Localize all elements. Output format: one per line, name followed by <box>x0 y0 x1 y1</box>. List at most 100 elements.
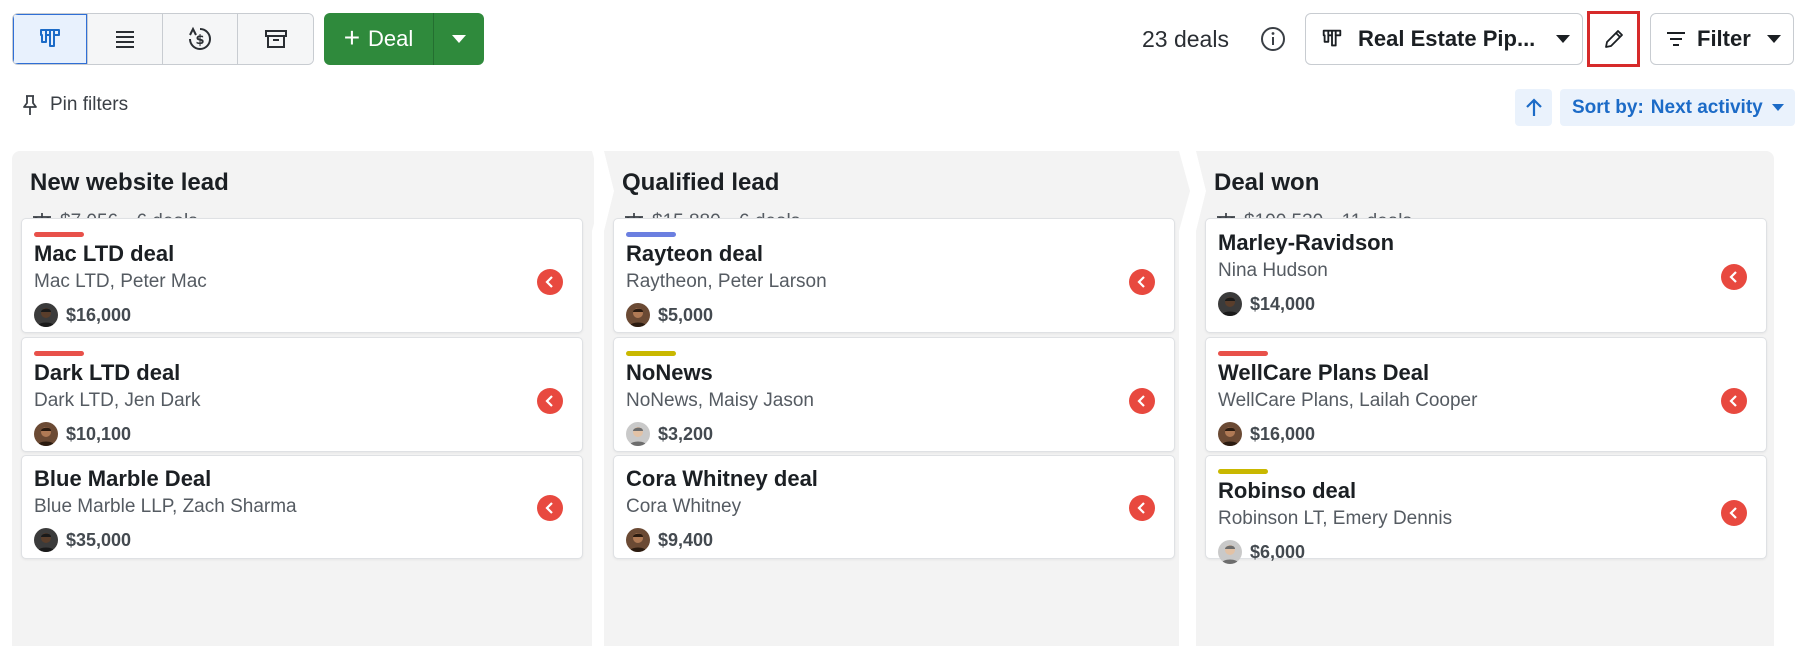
deal-title: Robinso deal <box>1218 478 1357 503</box>
deal-value-row: $16,000 <box>34 303 131 327</box>
chevron-down-icon <box>1766 35 1781 43</box>
deal-title: Blue Marble Deal <box>34 466 212 491</box>
deal-value: $3,200 <box>658 423 714 444</box>
filter-label: Filter <box>1697 26 1751 51</box>
deal-label-tag <box>626 232 676 237</box>
pin-icon <box>23 95 37 115</box>
pin-filters-button[interactable]: Pin filters <box>20 94 128 116</box>
overdue-activity-icon[interactable] <box>1721 263 1747 290</box>
filter-button[interactable]: Filter <box>1650 13 1794 65</box>
forecast-icon: $ <box>189 26 211 50</box>
svg-text:$: $ <box>195 33 204 48</box>
deal-value: $14,000 <box>1250 293 1316 314</box>
deal-value-row: $9,400 <box>626 528 713 552</box>
avatar <box>1218 422 1242 446</box>
deal-card[interactable]: WellCare Plans Deal WellCare Plans, Laila… <box>1205 337 1767 452</box>
archive-view-button[interactable] <box>238 14 313 64</box>
avatar <box>1218 540 1242 564</box>
deal-organization-person: Robinson LT, Emery Dennis <box>1218 508 1453 529</box>
overdue-activity-icon[interactable] <box>537 495 563 521</box>
avatar <box>626 422 650 446</box>
list-icon <box>116 31 134 48</box>
deals-count: 23 deals <box>1142 25 1229 52</box>
chevron-down-icon <box>1556 35 1570 43</box>
column-title: New website lead <box>30 169 229 196</box>
filter-icon <box>1667 32 1685 46</box>
archive-icon <box>264 30 287 48</box>
deal-title: Marley-Ravidson <box>1218 230 1395 255</box>
deal-value-row: $14,000 <box>1218 292 1315 316</box>
sort-direction-button[interactable] <box>1515 89 1552 126</box>
deal-label-tag <box>626 351 676 356</box>
sort-by-dropdown[interactable]: Sort by: Next activity <box>1560 89 1795 126</box>
deal-label-tag <box>1218 351 1268 356</box>
pipeline-column: Qualified lead$15,880·6 dealsRayteon dea… <box>604 151 1190 646</box>
deal-value: $5,000 <box>658 304 714 325</box>
arrow-up-icon <box>1525 97 1542 116</box>
deal-title: Rayteon deal <box>626 241 763 266</box>
pin-filters-label: Pin filters <box>50 94 129 115</box>
deal-value-row: $6,000 <box>1218 540 1305 564</box>
deal-card[interactable]: NoNews NoNews, Maisy Jason $3,200 <box>613 337 1175 452</box>
avatar <box>34 528 58 552</box>
avatar <box>34 303 58 327</box>
avatar <box>626 303 650 327</box>
deal-value: $16,000 <box>1250 423 1316 444</box>
add-deal-button-group: + Deal <box>324 13 484 65</box>
deal-organization-person: NoNews, Maisy Jason <box>626 390 814 411</box>
overdue-activity-icon[interactable] <box>1721 387 1747 414</box>
deal-card[interactable]: Cora Whitney deal Cora Whitney $9,400 <box>613 455 1175 559</box>
deal-value-row: $3,200 <box>626 422 713 446</box>
overdue-activity-icon[interactable] <box>1129 387 1155 414</box>
overdue-activity-icon[interactable] <box>537 387 563 414</box>
sort-label: Sort by: <box>1572 96 1644 118</box>
deal-card[interactable]: Robinso deal Robinson LT, Emery Dennis $6,… <box>1205 455 1767 564</box>
deal-value: $9,400 <box>658 529 714 550</box>
info-icon[interactable] <box>1260 26 1286 52</box>
deal-organization-person: Cora Whitney <box>626 496 742 517</box>
forecast-view-button[interactable]: $ <box>163 14 238 64</box>
deal-card[interactable]: Marley-Ravidson Nina Hudson $14,000 <box>1205 218 1767 333</box>
add-deal-dropdown-button[interactable] <box>434 13 484 65</box>
deal-value-row: $10,100 <box>34 422 131 446</box>
deal-value-row: $16,000 <box>1218 422 1315 446</box>
deal-title: WellCare Plans Deal <box>1218 360 1430 385</box>
add-deal-label: Deal <box>368 26 414 51</box>
deal-card[interactable]: Dark LTD deal Dark LTD, Jen Dark $10,100 <box>21 337 583 452</box>
avatar <box>626 528 650 552</box>
deal-card[interactable]: Mac LTD deal Mac LTD, Peter Mac $16,000 <box>21 218 583 333</box>
deal-title: Dark LTD deal <box>34 360 181 385</box>
list-view-button[interactable] <box>88 14 163 64</box>
deal-value: $6,000 <box>1250 541 1306 562</box>
pipeline-column: Deal won$100,530·11 dealsMarley-Ravidson… <box>1196 151 1774 646</box>
pipeline-view-button[interactable] <box>13 14 88 64</box>
deal-organization-person: Dark LTD, Jen Dark <box>34 390 201 411</box>
deal-title: NoNews <box>626 360 713 385</box>
deal-title: Mac LTD deal <box>34 241 175 266</box>
avatar <box>34 422 58 446</box>
overdue-activity-icon[interactable] <box>537 268 563 295</box>
deal-organization-person: Mac LTD, Peter Mac <box>34 271 207 292</box>
chevron-down-icon <box>1771 104 1784 111</box>
deal-organization-person: Nina Hudson <box>1218 260 1328 281</box>
deal-title: Cora Whitney deal <box>626 466 818 491</box>
pipeline-icon <box>40 29 60 47</box>
deal-organization-person: Raytheon, Peter Larson <box>626 271 827 292</box>
pipeline-icon <box>1322 29 1342 47</box>
add-deal-button[interactable]: + Deal <box>324 13 434 65</box>
deal-card[interactable]: Rayteon deal Raytheon, Peter Larson $5,000 <box>613 218 1175 333</box>
overdue-activity-icon[interactable] <box>1129 495 1155 521</box>
deal-value-row: $5,000 <box>626 303 713 327</box>
deal-label-tag <box>34 232 84 237</box>
deal-organization-person: WellCare Plans, Lailah Cooper <box>1218 390 1478 411</box>
avatar <box>1218 292 1242 316</box>
overdue-activity-icon[interactable] <box>1129 268 1155 295</box>
deal-value: $10,100 <box>66 423 132 444</box>
deal-value-row: $35,000 <box>34 528 131 552</box>
plus-icon: + <box>343 22 361 53</box>
column-title: Deal won <box>1214 169 1320 196</box>
overdue-activity-icon[interactable] <box>1721 500 1747 526</box>
deal-card[interactable]: Blue Marble Deal Blue Marble LLP, Zach Sh… <box>21 455 583 559</box>
edit-pipeline-button[interactable] <box>1587 11 1640 67</box>
pipeline-selector[interactable]: Real Estate Pip... <box>1305 13 1583 65</box>
